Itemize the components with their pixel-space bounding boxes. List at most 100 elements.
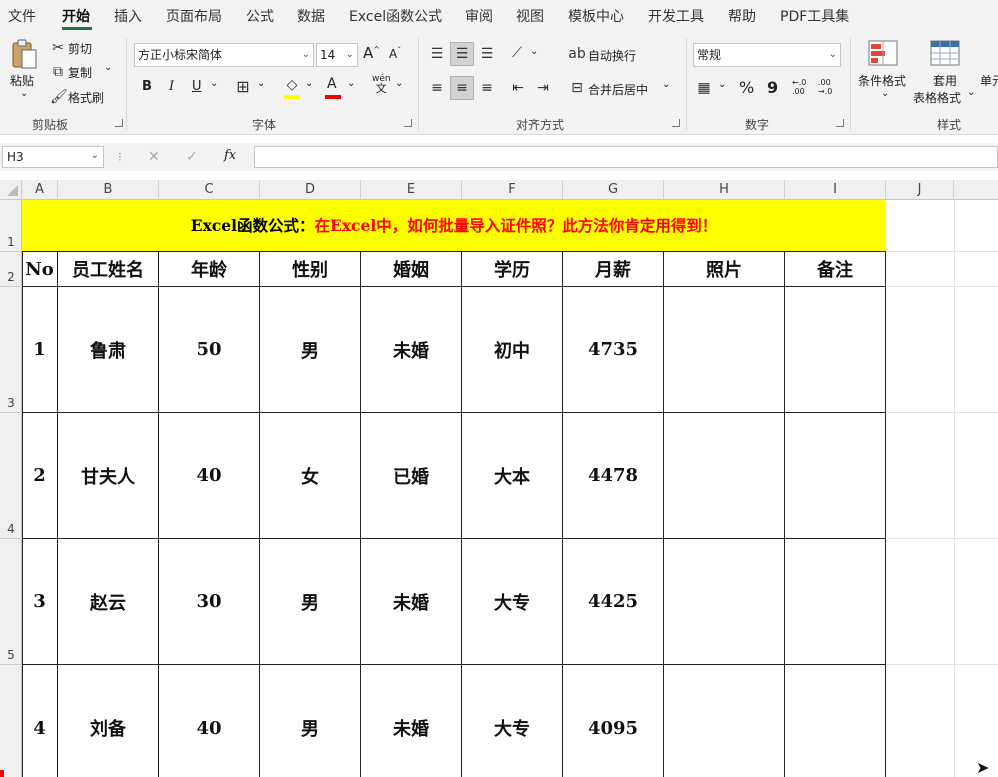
tab-formulas[interactable]: 公式	[246, 6, 274, 26]
table-cell[interactable]: 鲁肃	[58, 287, 159, 413]
column-header-j[interactable]: J	[886, 180, 954, 200]
orientation-dropdown-icon[interactable]: ⌄	[530, 46, 538, 57]
cut-icon[interactable]: ✂	[50, 39, 66, 57]
table-cell[interactable]: 刘备	[58, 665, 159, 777]
paste-dropdown-icon[interactable]: ⌄	[20, 88, 28, 99]
table-cell[interactable]: 4095	[563, 665, 664, 777]
header-cell-gender[interactable]: 性别	[260, 252, 361, 287]
conditional-formatting-icon[interactable]	[868, 40, 898, 66]
row-header-4[interactable]: 4	[0, 413, 22, 539]
increase-indent-icon[interactable]: ⇥	[534, 79, 552, 97]
row-header-6[interactable]	[0, 665, 22, 777]
header-cell-marital[interactable]: 婚姻	[361, 252, 462, 287]
format-as-table-dropdown-icon[interactable]: ⌄	[967, 87, 975, 98]
table-cell[interactable]: 女	[260, 413, 361, 539]
right-align-icon[interactable]: ≡	[478, 79, 496, 97]
chevron-down-icon[interactable]: ⌄	[91, 146, 99, 166]
tab-data[interactable]: 数据	[297, 6, 325, 26]
merge-center-button[interactable]: 合并后居中	[588, 81, 648, 98]
font-dialog-launcher[interactable]	[404, 119, 412, 127]
table-cell[interactable]	[785, 413, 886, 539]
paste-icon[interactable]	[10, 38, 38, 70]
photo-cell[interactable]	[664, 287, 785, 413]
photo-cell[interactable]	[664, 413, 785, 539]
select-all-button[interactable]	[0, 180, 22, 200]
copy-icon[interactable]: ⧉	[50, 63, 66, 81]
orientation-icon[interactable]: ⟋	[508, 44, 526, 62]
left-align-icon[interactable]: ≡	[428, 79, 446, 97]
copy-dropdown-icon[interactable]: ⌄	[104, 62, 112, 73]
column-header-c[interactable]: C	[159, 180, 260, 200]
font-size-select[interactable]: 14 ⌄	[316, 43, 358, 67]
table-cell[interactable]: 未婚	[361, 665, 462, 777]
tab-template-center[interactable]: 模板中心	[568, 6, 624, 26]
table-cell[interactable]: 赵云	[58, 539, 159, 665]
tab-pdf-tools[interactable]: PDF工具集	[780, 6, 849, 26]
table-cell[interactable]	[785, 287, 886, 413]
font-name-select[interactable]: 方正小标宋简体 ⌄	[134, 43, 314, 67]
center-align-icon[interactable]: ≡	[453, 79, 471, 97]
table-cell[interactable]: 1	[22, 287, 58, 413]
cell-styles-button[interactable]: 单元	[980, 72, 998, 89]
column-header-d[interactable]: D	[260, 180, 361, 200]
shrink-font-button[interactable]: Aˇ	[389, 46, 401, 61]
tab-file[interactable]: 文件	[8, 6, 36, 26]
table-cell[interactable]: 已婚	[361, 413, 462, 539]
table-cell[interactable]: 甘夫人	[58, 413, 159, 539]
clipboard-dialog-launcher[interactable]	[115, 119, 123, 127]
column-header-h[interactable]: H	[664, 180, 785, 200]
table-cell[interactable]: 40	[159, 413, 260, 539]
table-cell[interactable]: 4478	[563, 413, 664, 539]
borders-icon[interactable]: ⊞	[234, 78, 252, 96]
fill-color-dropdown-icon[interactable]: ⌄	[305, 78, 313, 89]
decrease-decimal-button[interactable]: .00 →.0	[818, 78, 838, 96]
alignment-dialog-launcher[interactable]	[672, 119, 680, 127]
table-cell[interactable]: 50	[159, 287, 260, 413]
table-cell[interactable]: 大专	[462, 665, 563, 777]
table-cell[interactable]: 4	[22, 665, 58, 777]
column-header-b[interactable]: B	[58, 180, 159, 200]
title-cell[interactable]: Excel函数公式：在Excel中，如何批量导入证件照？此方法你肯定用得到！	[22, 200, 886, 252]
column-header-f[interactable]: F	[462, 180, 563, 200]
header-cell-salary[interactable]: 月薪	[563, 252, 664, 287]
cut-button[interactable]: 剪切	[68, 40, 92, 57]
column-header-e[interactable]: E	[361, 180, 462, 200]
table-cell[interactable]: 未婚	[361, 287, 462, 413]
number-format-select[interactable]: 常规 ⌄	[693, 43, 841, 67]
header-cell-no[interactable]: No	[22, 252, 58, 287]
insert-function-icon[interactable]: fx	[224, 148, 236, 163]
table-cell[interactable]: 男	[260, 539, 361, 665]
underline-button[interactable]: U	[192, 79, 202, 94]
format-as-table-button[interactable]: 表格格式	[913, 89, 961, 106]
tab-home[interactable]: 开始	[62, 6, 90, 26]
tab-review[interactable]: 审阅	[465, 6, 493, 26]
header-cell-education[interactable]: 学历	[462, 252, 563, 287]
row-header-5[interactable]: 5	[0, 539, 22, 665]
tab-excel-functions[interactable]: Excel函数公式	[349, 6, 442, 26]
percent-button[interactable]: %	[739, 78, 754, 97]
merge-center-icon[interactable]: ⊟	[568, 79, 586, 97]
formula-input[interactable]	[254, 146, 998, 168]
tab-page-layout[interactable]: 页面布局	[166, 6, 222, 26]
table-cell[interactable]: 4425	[563, 539, 664, 665]
italic-button[interactable]: I	[169, 79, 174, 94]
row-header-3[interactable]: 3	[0, 287, 22, 413]
cancel-entry-icon[interactable]: ✕	[148, 149, 160, 165]
table-cell[interactable]: 大专	[462, 539, 563, 665]
font-color-dropdown-icon[interactable]: ⌄	[347, 78, 355, 89]
underline-dropdown-icon[interactable]: ⌄	[210, 78, 218, 89]
tab-developer[interactable]: 开发工具	[648, 6, 704, 26]
conditional-formatting-button[interactable]: 条件格式	[858, 72, 906, 89]
increase-decimal-button[interactable]: ←.0 .00	[792, 78, 812, 96]
wrap-text-icon[interactable]: ab	[568, 45, 586, 63]
table-cell[interactable]: 3	[22, 539, 58, 665]
phonetic-dropdown-icon[interactable]: ⌄	[395, 78, 403, 89]
accounting-format-icon[interactable]: ▦	[695, 79, 713, 97]
column-header-a[interactable]: A	[22, 180, 58, 200]
table-cell[interactable]: 大本	[462, 413, 563, 539]
header-cell-age[interactable]: 年龄	[159, 252, 260, 287]
number-dialog-launcher[interactable]	[836, 119, 844, 127]
header-cell-photo[interactable]: 照片	[664, 252, 785, 287]
table-cell[interactable]: 30	[159, 539, 260, 665]
format-painter-icon[interactable]: 🖌	[50, 88, 68, 106]
